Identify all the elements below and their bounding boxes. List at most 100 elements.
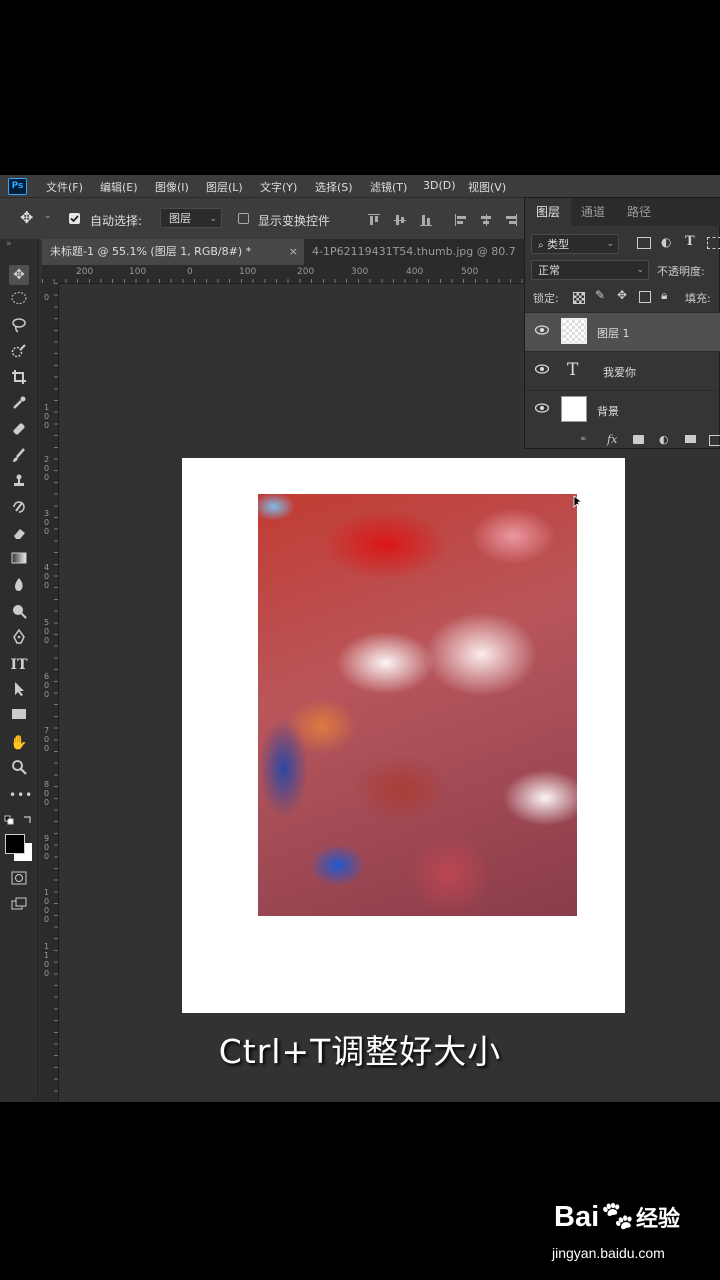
type-tool-icon[interactable]: ⅠT <box>9 655 29 675</box>
blur-tool-icon[interactable] <box>9 577 29 597</box>
menu-3d[interactable]: 3D(D) <box>423 179 456 192</box>
blend-mode-value: 正常 <box>538 264 560 277</box>
align-right-icon[interactable] <box>505 214 517 226</box>
filter-adjustment-icon[interactable]: ◐ <box>661 235 671 249</box>
eye-icon[interactable] <box>535 325 549 335</box>
move-tool-icon[interactable]: ✥ <box>9 265 29 285</box>
lock-brush-icon[interactable]: ✎ <box>595 288 605 302</box>
gradient-tool-icon[interactable] <box>9 551 29 571</box>
collapse-icon[interactable]: » <box>6 239 12 249</box>
lock-artboard-icon[interactable] <box>639 291 651 303</box>
layer-name[interactable]: 背景 <box>597 403 619 419</box>
hand-tool-icon[interactable]: ✋ <box>9 733 29 753</box>
crop-tool-icon[interactable] <box>9 369 29 389</box>
lock-all-icon[interactable]: 🔒︎ <box>661 288 667 303</box>
close-icon[interactable]: × <box>289 239 298 265</box>
ruler-label: 300 <box>351 267 369 277</box>
menu-filter[interactable]: 滤镜(T) <box>370 179 407 195</box>
fluid-art-image[interactable] <box>258 494 577 916</box>
swap-colors-icon[interactable] <box>4 814 34 828</box>
tab-active-document[interactable]: 未标题-1 @ 55.1% (图层 1, RGB/8#) * × <box>42 239 304 265</box>
layer-row-background[interactable]: 背景 <box>525 390 720 429</box>
show-transform-checkbox[interactable] <box>238 213 249 224</box>
link-layers-icon[interactable]: ⚭ <box>579 434 587 445</box>
layers-panel: 图层 通道 路径 ⌕ 类型 ⌄ ◐ T 正常 ⌄ 不透明度: 锁定: ✎ ✥ 🔒… <box>524 197 720 449</box>
zoom-tool-icon[interactable] <box>9 759 29 779</box>
adjustment-layer-icon[interactable]: ◐ <box>659 433 669 446</box>
clone-stamp-tool-icon[interactable] <box>9 473 29 493</box>
ruler-label: 100 <box>239 267 257 277</box>
filter-value: 类型 <box>547 238 570 251</box>
blend-mode-dropdown[interactable]: 正常 ⌄ <box>531 260 649 280</box>
menu-edit[interactable]: 编辑(E) <box>100 179 138 195</box>
auto-select-checkbox[interactable] <box>69 213 80 224</box>
rectangle-tool-icon[interactable] <box>9 707 29 727</box>
lock-transparent-icon[interactable] <box>573 292 585 304</box>
auto-select-label: 自动选择: <box>90 214 143 228</box>
ruler-label: 7 0 0 <box>44 726 50 753</box>
menu-select[interactable]: 选择(S) <box>315 179 353 195</box>
ruler-label: 1 0 0 <box>44 403 50 430</box>
move-tool-icon[interactable]: ✥ <box>20 208 33 227</box>
layer-name[interactable]: 我爱你 <box>603 364 636 380</box>
marquee-tool-icon[interactable] <box>9 291 29 311</box>
filter-pixel-icon[interactable] <box>637 237 651 249</box>
ruler-label: 3 0 0 <box>44 509 50 536</box>
ruler-label: 6 0 0 <box>44 672 50 699</box>
filter-type-icon[interactable]: T <box>685 234 695 249</box>
eraser-tool-icon[interactable] <box>9 525 29 545</box>
ruler-label: 2 0 0 <box>44 455 50 482</box>
document-canvas[interactable] <box>182 458 625 1013</box>
layer-thumbnail <box>561 396 587 422</box>
ruler-label: 200 <box>297 267 315 277</box>
layer-name[interactable]: 图层 1 <box>597 325 630 341</box>
eye-icon[interactable] <box>535 403 549 413</box>
layer-filter-dropdown[interactable]: ⌕ 类型 ⌄ <box>531 234 619 254</box>
ruler-label: 0 <box>187 267 193 277</box>
align-bottom-icon[interactable] <box>420 214 432 226</box>
layer-row-text[interactable]: T 我爱你 <box>525 351 720 390</box>
healing-brush-tool-icon[interactable] <box>9 421 29 441</box>
align-top-icon[interactable] <box>368 214 380 226</box>
align-vcenter-icon[interactable] <box>394 214 406 226</box>
lasso-tool-icon[interactable] <box>9 317 29 337</box>
filter-shape-icon[interactable] <box>707 237 720 249</box>
align-left-icon[interactable] <box>455 214 467 226</box>
fill-label: 填充: <box>685 292 711 305</box>
more-tools-icon[interactable]: ••• <box>9 785 32 805</box>
menu-type[interactable]: 文字(Y) <box>260 179 297 195</box>
new-group-icon[interactable] <box>685 435 696 443</box>
eyedropper-tool-icon[interactable] <box>9 395 29 415</box>
tab-paths[interactable]: 路径 <box>627 198 651 226</box>
ruler-label: 100 <box>129 267 147 277</box>
history-brush-tool-icon[interactable] <box>9 499 29 519</box>
tab-thumb-document[interactable]: 4-1P62119431T54.thumb.jpg @ 80.7 <box>312 239 552 265</box>
menu-image[interactable]: 图像(I) <box>155 179 189 195</box>
lock-position-icon[interactable]: ✥ <box>617 288 627 302</box>
ruler-label: 5 0 0 <box>44 618 50 645</box>
chevron-down-icon[interactable]: ⌄ <box>44 211 52 221</box>
brush-tool-icon[interactable] <box>9 447 29 467</box>
menu-view[interactable]: 视图(V) <box>468 179 506 195</box>
screen-mode-icon[interactable] <box>9 897 29 917</box>
layer-row-layer1[interactable]: 图层 1 <box>525 312 720 351</box>
path-select-tool-icon[interactable] <box>9 681 29 701</box>
quick-mask-icon[interactable] <box>9 871 29 891</box>
auto-select-dropdown[interactable]: 图层 ⌄ <box>160 208 222 228</box>
dodge-tool-icon[interactable] <box>9 603 29 623</box>
blend-row: 正常 ⌄ 不透明度: <box>525 260 720 282</box>
tab-channels[interactable]: 通道 <box>581 198 605 226</box>
eye-icon[interactable] <box>535 364 549 374</box>
lock-label: 锁定: <box>533 292 559 305</box>
quick-select-tool-icon[interactable] <box>9 343 29 363</box>
new-layer-icon[interactable] <box>709 435 720 446</box>
foreground-color-swatch[interactable] <box>5 834 25 854</box>
menu-layer[interactable]: 图层(L) <box>206 179 243 195</box>
menu-file[interactable]: 文件(F) <box>46 179 83 195</box>
fx-icon[interactable]: fx <box>607 433 617 446</box>
align-hcenter-icon[interactable] <box>480 214 492 226</box>
layers-footer: ⚭ fx ◐ <box>525 433 720 450</box>
add-mask-icon[interactable] <box>633 435 644 444</box>
tab-layers[interactable]: 图层 <box>525 198 571 226</box>
pen-tool-icon[interactable] <box>9 628 29 649</box>
